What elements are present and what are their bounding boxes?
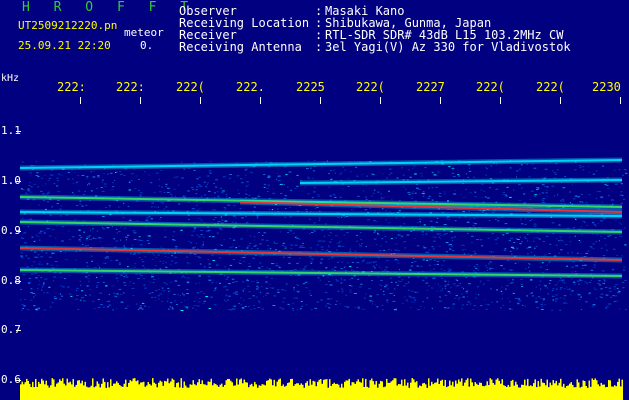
y-axis-unit: kHz [1,73,20,84]
x-tick-mark [320,97,321,104]
x-tick-label: 2230 [592,80,621,94]
x-tick-label: 222( [536,80,565,94]
x-tick-mark [200,97,201,104]
observation-datetime: 25.09.21 22:20 [18,39,111,52]
observation-kind: meteor [124,26,164,39]
x-tick-label: 2227 [416,80,445,94]
y-tick-mark [16,380,21,381]
y-tick-mark [16,131,21,132]
y-tick-mark [16,231,21,232]
app-brand: H R O F F T [22,0,197,15]
x-tick-label: 222: [116,80,145,94]
antenna-label: Receiving Antenna [179,40,302,54]
antenna-value: 3el Yagi(V) Az 330 for Vladivostok [325,40,571,54]
file-name: UT2509212220.pn [18,19,118,32]
x-tick-mark [560,97,561,104]
x-tick-mark [500,97,501,104]
x-tick-label: 222: [57,80,86,94]
meteor-counter: 0. [140,39,154,52]
y-tick-mark [16,181,21,182]
x-tick-mark [620,97,621,104]
spectrogram [19,157,628,400]
echo-trace [19,221,623,233]
x-tick-label: 2225 [296,80,325,94]
y-tick-mark [16,330,21,331]
y-tick-mark [16,281,21,282]
x-tick-label: 222( [476,80,505,94]
noise-floor [20,378,623,400]
x-tick-label: 222( [356,80,385,94]
x-tick-label: 222. [236,80,265,94]
antenna-colon: : [315,40,323,54]
hrofft-window: H R O F F T UT2509212220.pn meteor 25.09… [0,0,629,400]
x-tick-mark [140,97,141,104]
x-tick-label: 222( [176,80,205,94]
x-tick-mark [80,97,81,104]
x-tick-mark [260,97,261,104]
echo-trace [19,247,623,261]
x-tick-mark [380,97,381,104]
x-tick-mark [440,97,441,104]
